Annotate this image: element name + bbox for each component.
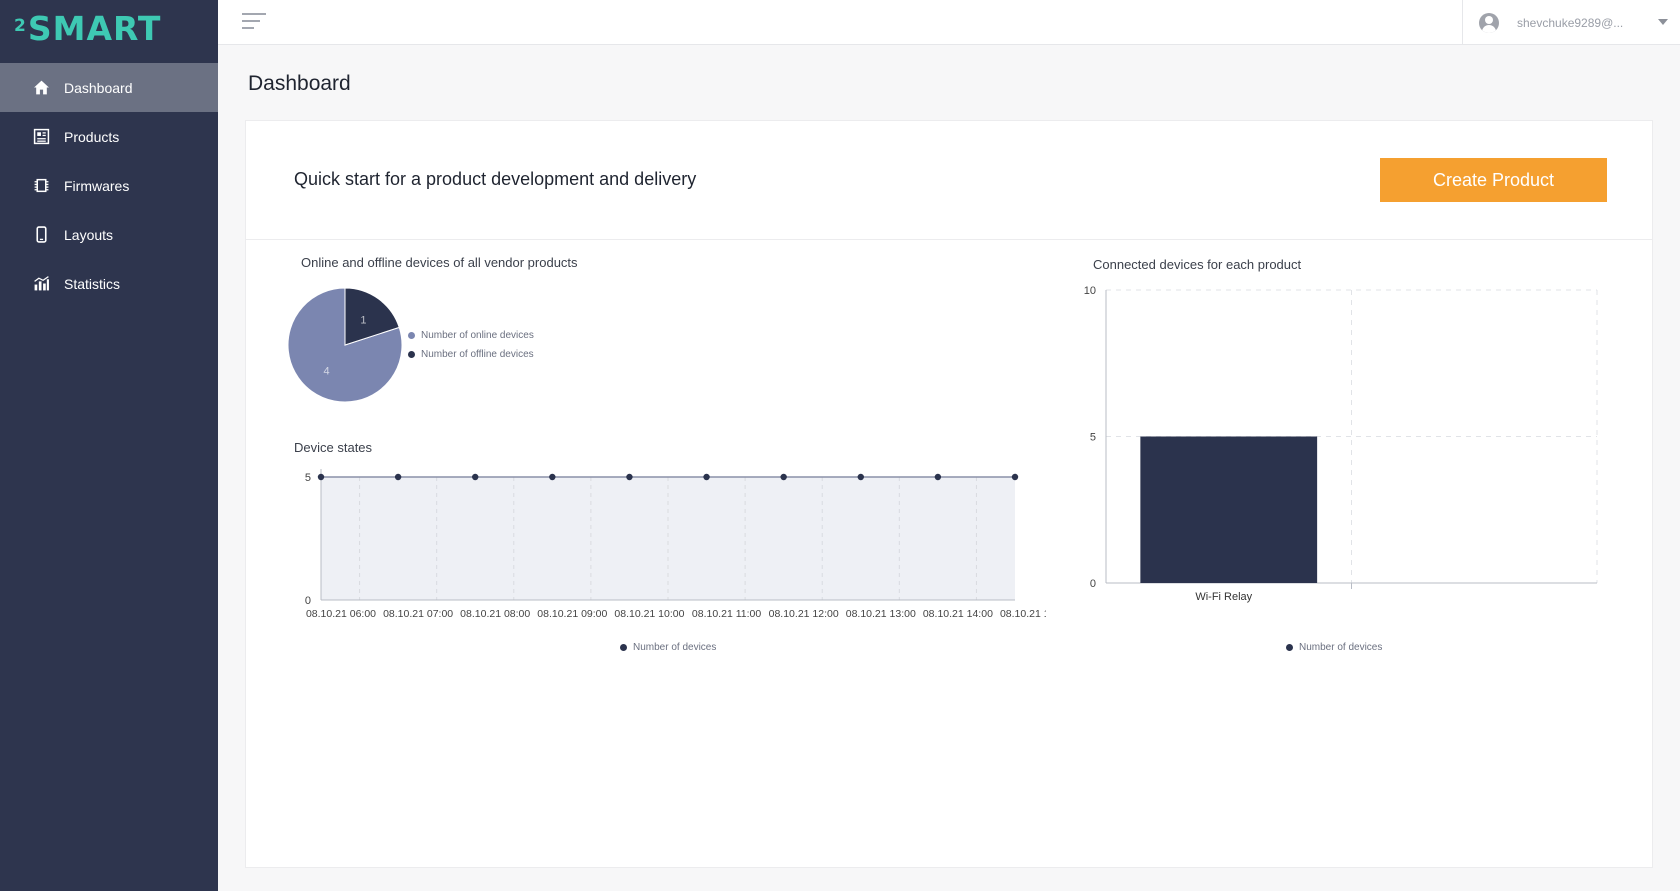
pie-slice-label: 1 bbox=[360, 315, 366, 327]
sidebar-item-layouts[interactable]: Layouts bbox=[0, 210, 218, 259]
pie-legend-online: Number of online devices bbox=[408, 330, 534, 341]
pie-slice-label: 4 bbox=[324, 365, 330, 377]
legend-dot-online bbox=[408, 332, 415, 339]
sidebar: 2 SMART Dashboard Products Firmwares Layo… bbox=[0, 0, 218, 891]
y-tick-label: 5 bbox=[1090, 432, 1096, 444]
y-tick-label: 10 bbox=[1084, 285, 1096, 297]
sidebar-item-statistics[interactable]: Statistics bbox=[0, 259, 218, 308]
page-title: Dashboard bbox=[248, 72, 351, 95]
bar-legend: Number of devices bbox=[1286, 642, 1382, 653]
sidebar-item-label: Layouts bbox=[64, 226, 114, 243]
data-point bbox=[934, 473, 942, 481]
data-point bbox=[857, 473, 864, 481]
x-tick-label: 08.10.21 13:00 bbox=[846, 608, 916, 620]
sidebar-nav: Dashboard Products Firmwares Layouts Sta… bbox=[0, 63, 218, 308]
pie-chart-title: Online and offline devices of all vendor… bbox=[301, 255, 578, 270]
bar-chart-title: Connected devices for each product bbox=[1093, 257, 1302, 272]
pie-chart: 41 bbox=[287, 287, 403, 403]
sidebar-item-products[interactable]: Products bbox=[0, 112, 218, 161]
x-tick-label: 08.10.21 14:00 bbox=[923, 608, 993, 620]
user-name: shevchuke9289@... bbox=[1517, 15, 1624, 30]
products-icon bbox=[32, 128, 50, 146]
legend-dot-devices bbox=[620, 644, 627, 651]
line-legend: Number of devices bbox=[620, 642, 716, 653]
y-tick-label: 0 bbox=[1090, 578, 1096, 590]
legend-label-offline: Number of offline devices bbox=[421, 349, 534, 360]
app-logo[interactable]: 2 SMART bbox=[0, 0, 218, 56]
legend-label-bar-devices: Number of devices bbox=[1299, 642, 1383, 653]
top-bar: shevchuke9289@... bbox=[218, 0, 1680, 45]
legend-dot-offline bbox=[408, 351, 415, 358]
data-point bbox=[472, 473, 479, 481]
x-tick-label: 08.10.21 15:00 bbox=[1000, 608, 1046, 620]
chip-icon bbox=[32, 177, 50, 195]
user-avatar-icon bbox=[1479, 12, 1499, 33]
sidebar-item-label: Firmwares bbox=[64, 177, 130, 194]
legend-label-online: Number of online devices bbox=[421, 330, 534, 341]
create-product-button[interactable]: Create Product bbox=[1380, 158, 1607, 202]
x-tick-label: 08.10.21 10:00 bbox=[614, 608, 684, 620]
device-states-chart: 0 5 08.10.21 06:00 08.10.21 07:00 08.10.21 0… bbox=[305, 469, 1046, 620]
x-tick-label: 08.10.21 11:00 bbox=[692, 608, 761, 620]
sidebar-item-firmwares[interactable]: Firmwares bbox=[0, 161, 218, 210]
sidebar-item-dashboard[interactable]: Dashboard bbox=[0, 63, 218, 112]
logo-text: SMART bbox=[27, 8, 162, 48]
bar-chart-icon bbox=[32, 275, 50, 293]
dashboard-card: Quick start for a product development an… bbox=[245, 120, 1653, 868]
y-tick-label: 5 bbox=[305, 472, 311, 484]
sidebar-item-label: Statistics bbox=[64, 275, 121, 292]
y-tick-label: 0 bbox=[305, 595, 311, 607]
user-menu[interactable]: shevchuke9289@... bbox=[1462, 0, 1680, 45]
chevron-down-icon bbox=[1658, 19, 1668, 25]
connected-devices-chart: 0 5 10 Wi-Fi Relay bbox=[1084, 285, 1598, 603]
x-tick-label: 08.10.21 12:00 bbox=[769, 608, 839, 620]
device-states-title: Device states bbox=[294, 440, 373, 455]
home-icon bbox=[32, 79, 50, 97]
sidebar-item-label: Dashboard bbox=[64, 79, 133, 96]
x-tick-label: 08.10.21 09:00 bbox=[537, 608, 607, 620]
legend-label-devices: Number of devices bbox=[633, 642, 717, 653]
x-tick-label: 08.10.21 06:00 bbox=[306, 608, 376, 620]
data-point bbox=[626, 473, 633, 481]
data-point bbox=[703, 473, 710, 481]
bar bbox=[1140, 436, 1318, 583]
x-tick-label: 08.10.21 07:00 bbox=[383, 608, 453, 620]
x-tick-label: 08.10.21 08:00 bbox=[460, 608, 530, 620]
data-point bbox=[1011, 473, 1019, 481]
quick-start-title: Quick start for a product development an… bbox=[294, 169, 697, 189]
phone-icon bbox=[32, 226, 50, 244]
logo-superscript: 2 bbox=[14, 16, 27, 36]
pie-legend-offline: Number of offline devices bbox=[408, 349, 534, 360]
data-point bbox=[317, 473, 325, 481]
menu-toggle-icon[interactable] bbox=[242, 13, 268, 31]
data-point bbox=[780, 473, 787, 481]
data-point bbox=[394, 473, 402, 481]
sidebar-item-label: Products bbox=[64, 128, 120, 145]
x-tick-label: Wi-Fi Relay bbox=[1195, 591, 1252, 603]
card-header: Quick start for a product development an… bbox=[246, 121, 1652, 240]
legend-dot-bar-devices bbox=[1286, 644, 1293, 651]
data-point bbox=[549, 473, 556, 481]
